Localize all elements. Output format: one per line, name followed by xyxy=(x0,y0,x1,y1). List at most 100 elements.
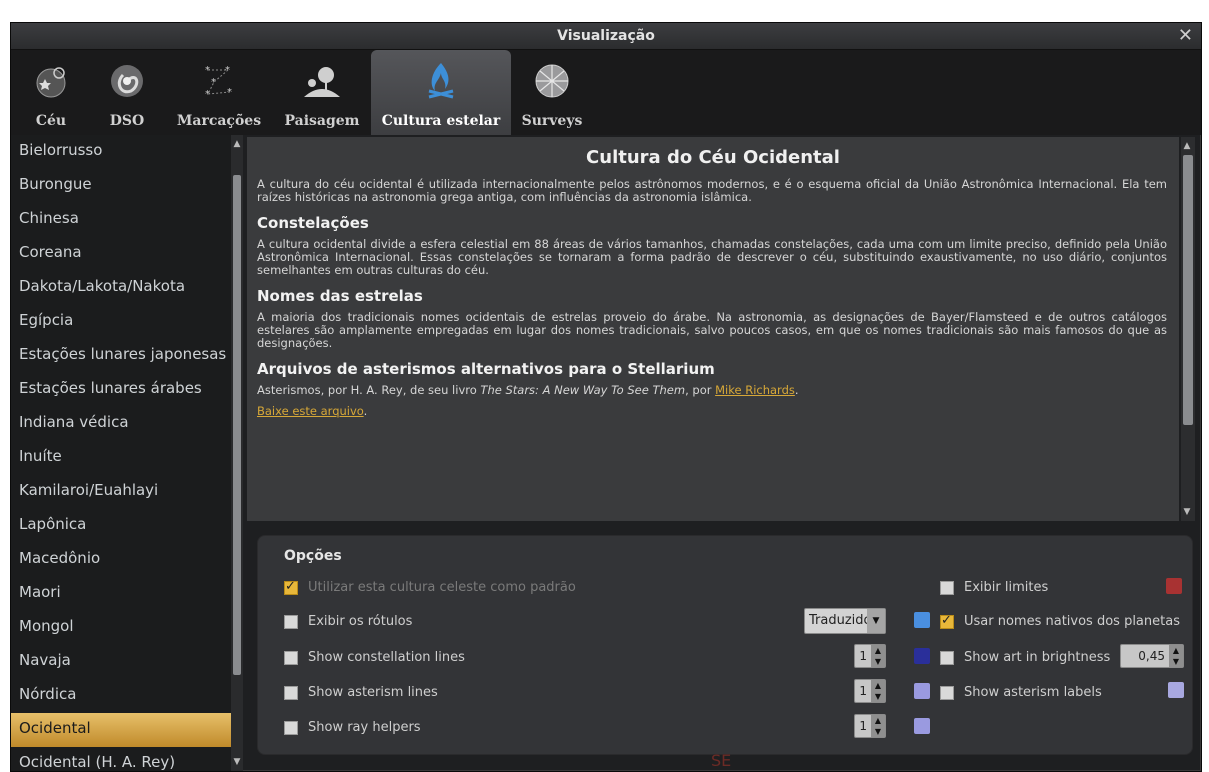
list-item[interactable]: Macedônio xyxy=(11,543,243,577)
section-heading: Constelações xyxy=(257,214,369,232)
labels-color-swatch[interactable] xyxy=(914,612,930,628)
background-text: SE xyxy=(711,751,732,770)
list-item[interactable]: Navaja xyxy=(11,645,243,679)
spinner-arrows-icon[interactable]: ▲ ▼ xyxy=(1169,645,1183,667)
galaxy-icon xyxy=(97,56,157,106)
author-link[interactable]: Mike Richards xyxy=(715,383,795,397)
list-item[interactable]: Kamilaroi/Euahlayi xyxy=(11,475,243,509)
scroll-up-icon[interactable]: ▲ xyxy=(1182,141,1192,151)
tab-starlore[interactable]: Cultura estelar xyxy=(371,50,511,135)
use-as-default-option[interactable]: Utilizar esta cultura celeste como padrã… xyxy=(284,579,576,595)
list-item[interactable]: Burongue xyxy=(11,169,243,203)
campfire-icon xyxy=(371,56,511,106)
show-labels-option[interactable]: Exibir os rótulos xyxy=(284,614,412,629)
ray-helpers-color-swatch[interactable] xyxy=(914,718,930,734)
globe-icon xyxy=(517,56,587,106)
tab-dso[interactable]: DSO xyxy=(97,50,157,135)
window-title: Visualização xyxy=(557,28,655,44)
download-link[interactable]: Baixe este arquivo xyxy=(257,404,364,418)
list-item[interactable]: Nórdica xyxy=(11,679,243,713)
section-heading: Nomes das estrelas xyxy=(257,287,423,305)
list-item[interactable]: Ocidental (H. A. Rey) xyxy=(11,747,243,771)
tab-markings[interactable]: * * * * * Marcações xyxy=(173,50,265,135)
labels-mode-select[interactable]: Traduzidos ▼ xyxy=(804,608,886,634)
list-item[interactable]: Coreana xyxy=(11,237,243,271)
close-icon[interactable]: ✕ xyxy=(1178,25,1193,46)
asterism-lines-option[interactable]: Show asterism lines xyxy=(284,685,438,700)
sky-icon xyxy=(19,56,83,106)
native-planet-names-option[interactable]: Usar nomes nativos dos planetas xyxy=(940,613,1180,629)
description-title: Cultura do Céu Ocidental xyxy=(586,147,840,168)
scrollbar-thumb[interactable] xyxy=(233,175,241,675)
show-limits-option[interactable]: Exibir limites xyxy=(940,580,1048,595)
use-default-checkbox[interactable] xyxy=(284,579,298,595)
art-brightness-checkbox[interactable] xyxy=(940,650,954,665)
constellation-lines-option[interactable]: Show constellation lines xyxy=(284,650,465,665)
tab-label: Paisagem xyxy=(284,113,360,129)
asterism-labels-option[interactable]: Show asterism labels xyxy=(940,685,1102,700)
scroll-down-icon[interactable]: ▼ xyxy=(1182,507,1192,517)
scroll-down-icon[interactable]: ▼ xyxy=(232,757,242,767)
section-text: A maioria dos tradicionais nomes ocident… xyxy=(257,310,1167,350)
section-text: Asterismos, por H. A. Rey, de seu livro … xyxy=(257,383,799,397)
list-item[interactable]: Maori xyxy=(11,577,243,611)
scroll-up-icon[interactable]: ▲ xyxy=(232,139,242,149)
spinner-arrows-icon[interactable]: ▲ ▼ xyxy=(871,680,885,702)
options-panel: Opções Utilizar esta cultura celeste com… xyxy=(257,535,1193,755)
sidebar-scrollbar[interactable]: ▲ ▼ xyxy=(231,135,243,771)
tab-label: DSO xyxy=(109,113,145,129)
ray-helpers-option[interactable]: Show ray helpers xyxy=(284,720,421,735)
list-item[interactable]: Chinesa xyxy=(11,203,243,237)
tab-sky[interactable]: Céu xyxy=(19,50,83,135)
list-item[interactable]: Estações lunares árabes xyxy=(11,373,243,407)
list-item[interactable]: Dakota/Lakota/Nakota xyxy=(11,271,243,305)
constellation-lines-checkbox[interactable] xyxy=(284,650,298,665)
show-labels-checkbox[interactable] xyxy=(284,614,298,629)
intro-text: A cultura do céu ocidental é utilizada i… xyxy=(257,177,1167,204)
spinner-arrows-icon[interactable]: ▲ ▼ xyxy=(871,645,885,667)
skyculture-list[interactable]: Bielorrusso Burongue Chinesa Coreana Dak… xyxy=(11,135,243,771)
list-item[interactable]: Inuíte xyxy=(11,441,243,475)
list-item[interactable]: Mongol xyxy=(11,611,243,645)
tab-label: Cultura estelar xyxy=(381,113,501,129)
tab-surveys[interactable]: Surveys xyxy=(517,50,587,135)
options-heading: Opções xyxy=(284,548,342,564)
landscape-icon xyxy=(277,56,367,106)
tab-label: Céu xyxy=(35,113,67,129)
list-item[interactable]: Estações lunares japonesas xyxy=(11,339,243,373)
art-brightness-spinner[interactable]: 0,45 ▲ ▼ xyxy=(1120,644,1184,668)
book-title: The Stars: A New Way To See Them xyxy=(480,383,686,397)
tab-label: Marcações xyxy=(176,113,262,129)
asterism-labels-checkbox[interactable] xyxy=(940,685,954,700)
constellation-lines-thickness[interactable]: 1 ▲ ▼ xyxy=(854,644,886,668)
show-limits-checkbox[interactable] xyxy=(940,580,954,595)
asterism-lines-checkbox[interactable] xyxy=(284,685,298,700)
limits-color-swatch[interactable] xyxy=(1166,578,1182,594)
section-heading: Arquivos de asterismos alternativos para… xyxy=(257,360,715,378)
tab-landscape[interactable]: Paisagem xyxy=(277,50,367,135)
view-dialog: Visualização ✕ Céu DSO * * * * * Marcaçõ… xyxy=(10,22,1202,772)
markings-icon: * * * * * xyxy=(173,56,265,106)
native-planet-names-checkbox[interactable] xyxy=(940,613,954,629)
asterism-lines-thickness[interactable]: 1 ▲ ▼ xyxy=(854,679,886,703)
chevron-down-icon: ▼ xyxy=(867,609,885,633)
list-item[interactable]: Indiana védica xyxy=(11,407,243,441)
list-item[interactable]: Lapônica xyxy=(11,509,243,543)
constellation-lines-color-swatch[interactable] xyxy=(914,648,930,664)
art-brightness-option[interactable]: Show art in brightness xyxy=(940,650,1110,665)
content-scrollbar[interactable]: ▲ ▼ xyxy=(1181,137,1195,521)
list-item-selected[interactable]: Ocidental xyxy=(11,713,243,747)
spinner-arrows-icon[interactable]: ▲ ▼ xyxy=(871,715,885,737)
list-item[interactable]: Egípcia xyxy=(11,305,243,339)
tab-label: Surveys xyxy=(521,113,583,129)
asterism-labels-color-swatch[interactable] xyxy=(1168,682,1184,698)
ray-helpers-thickness[interactable]: 1 ▲ ▼ xyxy=(854,714,886,738)
section-text: A cultura ocidental divide a esfera cele… xyxy=(257,237,1167,277)
tab-bar: Céu DSO * * * * * Marcações Paisagem Cul… xyxy=(11,50,1201,135)
list-item[interactable]: Bielorrusso xyxy=(11,135,243,169)
ray-helpers-checkbox[interactable] xyxy=(284,720,298,735)
title-bar[interactable]: Visualização ✕ xyxy=(11,23,1201,50)
scrollbar-thumb[interactable] xyxy=(1183,155,1193,425)
asterism-lines-color-swatch[interactable] xyxy=(914,683,930,699)
skyculture-description: Cultura do Céu Ocidental A cultura do cé… xyxy=(247,137,1179,521)
